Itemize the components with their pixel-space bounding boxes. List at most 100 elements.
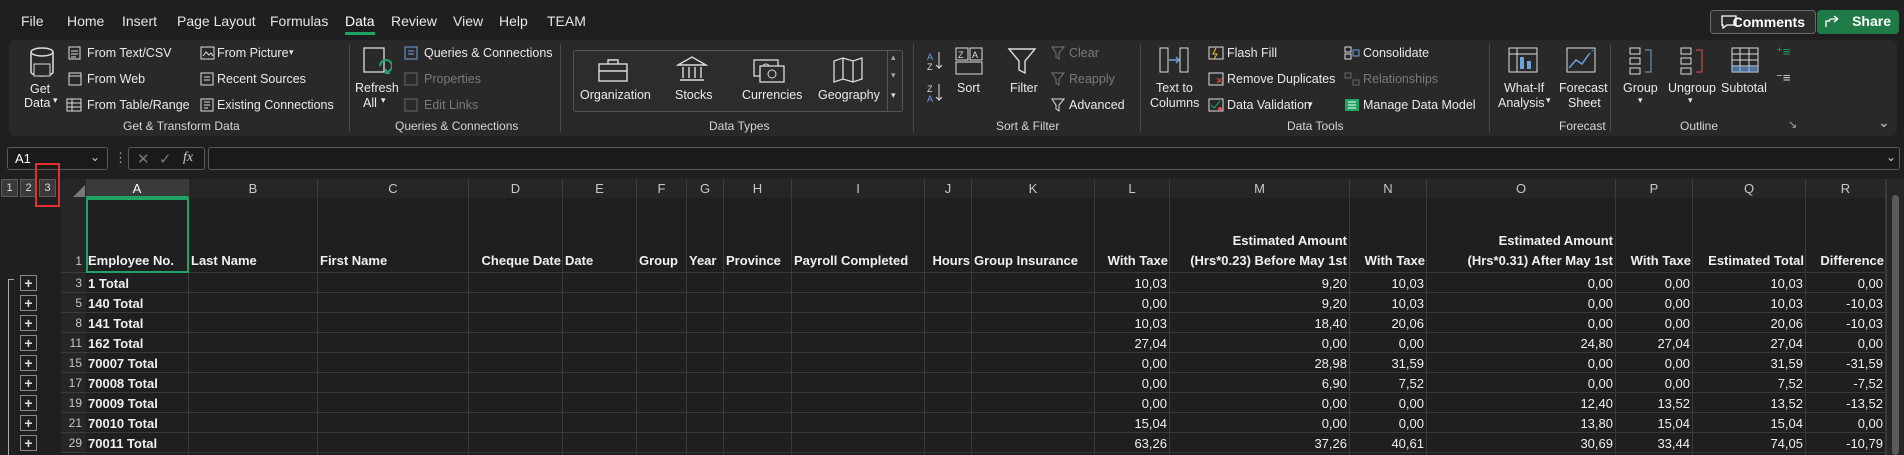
value-cell-p[interactable]: 0,00 (1618, 356, 1690, 371)
subtotal-button[interactable]: Subtotal (1721, 81, 1767, 95)
flash-fill-button[interactable]: Flash Fill (1227, 46, 1277, 60)
value-cell-n[interactable]: 7,52 (1352, 376, 1424, 391)
value-cell-o[interactable]: 0,00 (1429, 296, 1613, 311)
header-cell-g[interactable]: Year (689, 253, 722, 268)
value-cell-r[interactable]: -31,59 (1808, 356, 1883, 371)
value-cell-o[interactable]: 12,40 (1429, 396, 1613, 411)
value-cell-n[interactable]: 0,00 (1352, 336, 1424, 351)
expand-group-button[interactable]: + (20, 435, 37, 451)
value-cell-r[interactable]: -10,03 (1808, 316, 1883, 331)
employee-total-cell[interactable]: 70010 Total (88, 416, 186, 431)
row-header[interactable]: 29 (61, 433, 86, 453)
value-cell-o[interactable]: 0,00 (1429, 276, 1613, 291)
value-cell-p[interactable]: 33,44 (1618, 436, 1690, 451)
column-header-o[interactable]: O (1427, 179, 1616, 198)
tab-home[interactable]: Home (67, 13, 104, 29)
value-cell-l[interactable]: 0,00 (1097, 296, 1167, 311)
value-cell-q[interactable]: 7,52 (1695, 376, 1803, 391)
value-cell-q[interactable]: 31,59 (1695, 356, 1803, 371)
value-cell-q[interactable]: 10,03 (1695, 276, 1803, 291)
header-cell-k[interactable]: Group Insurance (974, 253, 1093, 268)
value-cell-p[interactable]: 0,00 (1618, 376, 1690, 391)
header-cell-b[interactable]: Last Name (191, 253, 316, 268)
chevron-down-icon[interactable]: ▾ (891, 70, 896, 81)
properties-button[interactable]: Properties (424, 72, 481, 86)
column-header-p[interactable]: P (1616, 179, 1693, 198)
value-cell-m[interactable]: 18,40 (1172, 316, 1347, 331)
value-cell-m[interactable]: 9,20 (1172, 296, 1347, 311)
value-cell-m[interactable]: 9,20 (1172, 276, 1347, 291)
header-cell-l[interactable]: With Taxe (1097, 253, 1168, 268)
tab-review[interactable]: Review (391, 13, 437, 29)
value-cell-r[interactable]: -7,52 (1808, 376, 1883, 391)
value-cell-l[interactable]: 0,00 (1097, 396, 1167, 411)
value-cell-p[interactable]: 13,52 (1618, 396, 1690, 411)
gallery-scroll[interactable]: ▴ ▾ ▾ (887, 50, 903, 112)
value-cell-l[interactable]: 10,03 (1097, 316, 1167, 331)
active-cell-a1[interactable] (86, 198, 189, 273)
recent-sources-button[interactable]: Recent Sources (217, 72, 306, 86)
value-cell-n[interactable]: 10,03 (1352, 276, 1424, 291)
relationships-button[interactable]: Relationships (1363, 72, 1438, 86)
from-table-range-button[interactable]: From Table/Range (87, 98, 190, 112)
employee-total-cell[interactable]: 70011 Total (88, 436, 186, 451)
column-header-b[interactable]: B (189, 179, 318, 198)
filter-button[interactable]: Filter (1010, 81, 1038, 95)
value-cell-m[interactable]: 6,90 (1172, 376, 1347, 391)
tab-insert[interactable]: Insert (122, 13, 157, 29)
value-cell-r[interactable]: -13,52 (1808, 396, 1883, 411)
value-cell-n[interactable]: 20,06 (1352, 316, 1424, 331)
header-cell-p[interactable]: With Taxe (1618, 253, 1691, 268)
column-header-r[interactable]: R (1806, 179, 1886, 198)
cancel-icon[interactable]: ✕ (137, 150, 150, 168)
row-header[interactable]: 5 (61, 293, 86, 313)
column-header-m[interactable]: M (1170, 179, 1350, 198)
comments-button[interactable]: Comments (1710, 10, 1816, 34)
header-cell-e[interactable]: Date (565, 253, 635, 268)
geography-button[interactable]: Geography (818, 88, 880, 102)
value-cell-p[interactable]: 0,00 (1618, 276, 1690, 291)
expand-group-button[interactable]: + (20, 275, 37, 291)
enter-icon[interactable]: ✓ (159, 150, 172, 168)
value-cell-p[interactable]: 27,04 (1618, 336, 1690, 351)
clear-button[interactable]: Clear (1069, 46, 1099, 60)
employee-total-cell[interactable]: 1 Total (88, 276, 186, 291)
row-header[interactable]: 21 (61, 413, 86, 433)
value-cell-o[interactable]: 0,00 (1429, 376, 1613, 391)
column-header-l[interactable]: L (1095, 179, 1170, 198)
select-all-corner[interactable] (61, 179, 86, 198)
column-header-k[interactable]: K (972, 179, 1095, 198)
employee-total-cell[interactable]: 70007 Total (88, 356, 186, 371)
stocks-button[interactable]: Stocks (675, 88, 713, 102)
what-if-analysis-button[interactable]: What-If (1504, 81, 1544, 95)
chevron-up-icon[interactable]: ▴ (891, 52, 896, 63)
column-header-j[interactable]: J (925, 179, 972, 198)
tab-file[interactable]: File (21, 13, 44, 29)
value-cell-r[interactable]: 0,00 (1808, 416, 1883, 431)
value-cell-m[interactable]: 37,26 (1172, 436, 1347, 451)
value-cell-l[interactable]: 63,26 (1097, 436, 1167, 451)
gallery-expand-icon[interactable]: ▾ (891, 90, 896, 101)
insert-function-button[interactable]: fx (183, 150, 193, 166)
value-cell-q[interactable]: 15,04 (1695, 416, 1803, 431)
refresh-all-button[interactable]: Refresh (355, 81, 399, 95)
column-header-d[interactable]: D (469, 179, 563, 198)
header-cell-o[interactable]: (Hrs*0.31) After May 1st (1427, 253, 1613, 268)
tab-formulas[interactable]: Formulas (270, 13, 328, 29)
value-cell-o[interactable]: 24,80 (1429, 336, 1613, 351)
data-validation-button[interactable]: Data Validation (1227, 98, 1311, 112)
header-cell-n[interactable]: With Taxe (1352, 253, 1425, 268)
remove-duplicates-button[interactable]: Remove Duplicates (1227, 72, 1335, 86)
header-cell-i[interactable]: Payroll Completed (794, 253, 923, 268)
expand-group-button[interactable]: + (20, 415, 37, 431)
tab-help[interactable]: Help (499, 13, 528, 29)
value-cell-n[interactable]: 31,59 (1352, 356, 1424, 371)
share-button[interactable]: Share (1817, 10, 1899, 34)
show-detail-icon[interactable]: ⁺≡ (1776, 44, 1790, 60)
expand-group-button[interactable]: + (20, 315, 37, 331)
column-header-h[interactable]: H (724, 179, 792, 198)
value-cell-q[interactable]: 27,04 (1695, 336, 1803, 351)
existing-connections-button[interactable]: Existing Connections (217, 98, 334, 112)
expand-group-button[interactable]: + (20, 395, 37, 411)
value-cell-l[interactable]: 27,04 (1097, 336, 1167, 351)
